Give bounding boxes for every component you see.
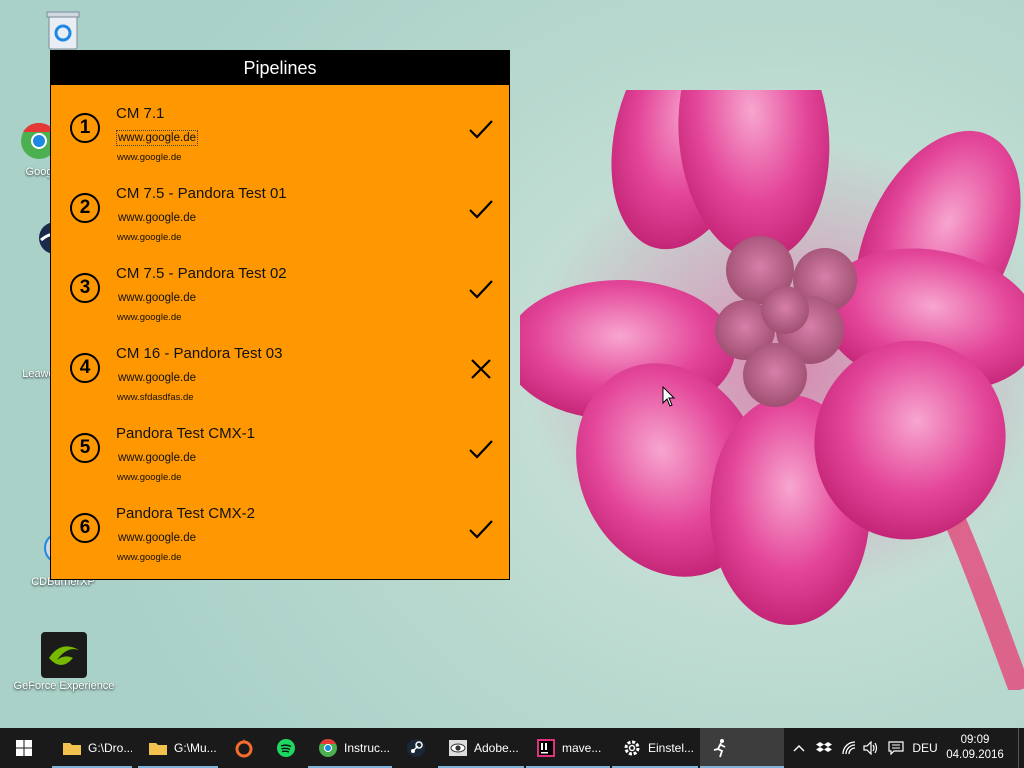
spotify-icon (277, 739, 295, 757)
taskbar-button-label: Instruc... (344, 741, 391, 755)
pipeline-subtext: www.google.de (117, 232, 182, 243)
tray-overflow-button[interactable] (788, 728, 810, 768)
pipeline-link[interactable]: www.google.de (117, 211, 197, 225)
taskbar-button-label: Adobe... (474, 741, 519, 755)
taskbar-button-steam[interactable] (396, 728, 436, 768)
cross-icon (471, 359, 491, 379)
taskbar-button-chrome[interactable]: Instruc... (308, 728, 392, 768)
pipeline-title: Pandora Test CMX-1 (116, 425, 255, 442)
taskbar-button-intellij[interactable]: mave... (526, 728, 610, 768)
tray-action-center[interactable] (884, 728, 908, 768)
taskbar-button-origin[interactable] (224, 728, 264, 768)
language-indicator: DEU (912, 741, 938, 755)
mouse-cursor-icon (662, 386, 676, 407)
clock-time: 09:09 (960, 734, 990, 746)
wallpaper-flower (520, 90, 1024, 690)
tray-clock[interactable]: 09:09 04.09.2016 (938, 733, 1012, 763)
taskbar-button-label: G:\Mu... (174, 741, 217, 755)
pipeline-number-badge: 2 (70, 193, 100, 223)
adobe-icon (449, 740, 467, 756)
pipeline-link[interactable]: www.google.de (117, 451, 197, 465)
pipeline-number-badge: 6 (70, 513, 100, 543)
geforce-icon (41, 632, 87, 678)
pipeline-number-badge: 1 (70, 113, 100, 143)
steam-icon (407, 739, 425, 757)
taskbar-button-explorer-2[interactable]: G:\Mu... (138, 728, 218, 768)
pipeline-subtext: www.sfdasdfas.de (117, 392, 194, 403)
pipeline-item-1[interactable]: 1 CM 7.1 www.google.de www.google.de (51, 95, 509, 175)
taskbar-button-label: Einstel... (648, 741, 695, 755)
pipeline-item-3[interactable]: 3 CM 7.5 - Pandora Test 02 www.google.de… (51, 255, 509, 335)
start-button[interactable] (0, 728, 48, 768)
pipeline-title: CM 7.5 - Pandora Test 02 (116, 265, 287, 282)
dropbox-icon (816, 742, 832, 752)
pipeline-item-4[interactable]: 4 CM 16 - Pandora Test 03 www.google.de … (51, 335, 509, 415)
pipeline-link[interactable]: www.google.de (117, 371, 197, 385)
pipelines-panel: Pipelines 1 CM 7.1 www.google.de www.goo… (50, 50, 510, 580)
pipeline-title: CM 7.5 - Pandora Test 01 (116, 185, 287, 202)
recycle-bin-icon (40, 8, 86, 54)
pipeline-subtext: www.google.de (117, 472, 182, 483)
pipeline-item-6[interactable]: 6 Pandora Test CMX-2 www.google.de www.g… (51, 495, 509, 575)
taskbar-button-settings[interactable]: Einstel... (612, 728, 698, 768)
taskbar-button-running-app[interactable] (700, 728, 784, 768)
pipeline-number-badge: 3 (70, 273, 100, 303)
checkmark-icon (469, 200, 493, 219)
speaker-icon (863, 741, 878, 755)
intellij-icon (537, 739, 555, 757)
taskbar-button-label: G:\Dro... (88, 741, 132, 755)
wifi-icon (842, 741, 856, 755)
checkmark-icon (469, 520, 493, 539)
pipeline-link[interactable]: www.google.de (117, 291, 197, 305)
running-app-icon (713, 739, 726, 758)
checkmark-icon (469, 120, 493, 139)
chrome-icon (319, 739, 337, 757)
checkmark-icon (469, 280, 493, 299)
pipeline-number-badge: 5 (70, 433, 100, 463)
desktop-icon-geforce[interactable]: GeForce Experience (14, 632, 114, 692)
chevron-up-icon (793, 745, 805, 752)
origin-icon (235, 739, 253, 758)
pipeline-subtext: www.google.de (117, 152, 182, 163)
pipeline-list: 1 CM 7.1 www.google.de www.google.de 2 C… (51, 85, 509, 575)
settings-gear-icon (624, 740, 640, 756)
notification-icon (888, 741, 904, 755)
tray-network[interactable] (838, 728, 860, 768)
windows-logo-icon (16, 740, 32, 756)
pipeline-title: CM 7.1 (116, 105, 165, 122)
taskbar-button-spotify[interactable] (266, 728, 306, 768)
taskbar-button-adobe[interactable]: Adobe... (438, 728, 524, 768)
pipeline-subtext: www.google.de (117, 552, 182, 563)
tray-volume[interactable] (860, 728, 882, 768)
taskbar: G:\Dro... G:\Mu... Instruc... Adobe... m… (0, 728, 1024, 768)
show-desktop-button[interactable] (1018, 728, 1024, 768)
pipeline-subtext: www.google.de (117, 312, 182, 323)
tray-dropbox[interactable] (812, 728, 836, 768)
pipeline-link[interactable]: www.google.de (117, 531, 197, 545)
pipeline-item-2[interactable]: 2 CM 7.5 - Pandora Test 01 www.google.de… (51, 175, 509, 255)
folder-icon (63, 743, 81, 755)
folder-icon (149, 743, 167, 755)
taskbar-button-label: mave... (562, 741, 602, 755)
pipeline-title: CM 16 - Pandora Test 03 (116, 345, 283, 362)
tray-language[interactable]: DEU (910, 728, 940, 768)
desktop-icon-label: GeForce Experience (13, 680, 115, 692)
taskbar-button-explorer-1[interactable]: G:\Dro... (52, 728, 132, 768)
clock-date: 04.09.2016 (946, 749, 1004, 761)
pipeline-item-5[interactable]: 5 Pandora Test CMX-1 www.google.de www.g… (51, 415, 509, 495)
pipeline-title: Pandora Test CMX-2 (116, 505, 255, 522)
pipeline-link[interactable]: www.google.de (116, 130, 198, 146)
panel-title: Pipelines (51, 51, 509, 85)
pipeline-number-badge: 4 (70, 353, 100, 383)
checkmark-icon (469, 440, 493, 459)
